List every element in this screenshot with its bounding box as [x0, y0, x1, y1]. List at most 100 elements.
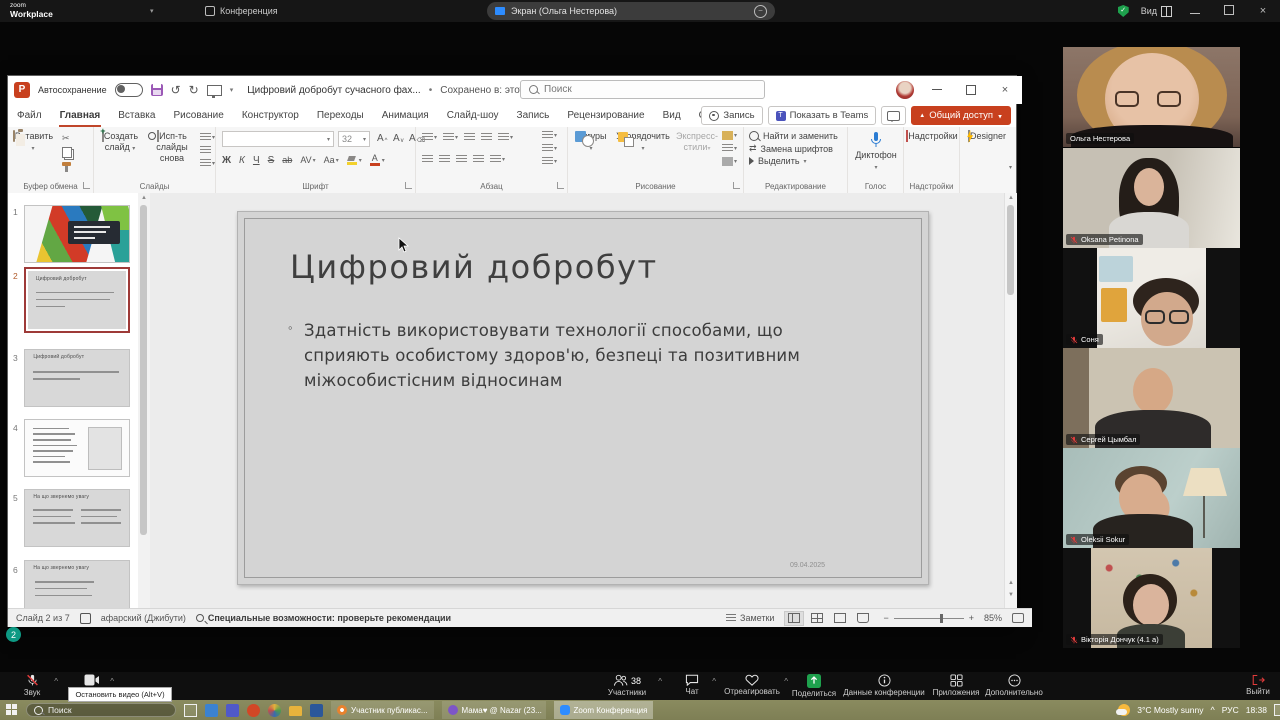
replace-fonts-button[interactable]: ⇄ Замена шрифтов: [749, 143, 838, 154]
more-button[interactable]: Дополнительно: [978, 674, 1050, 697]
accessibility-icon[interactable]: [80, 613, 91, 624]
weather-label[interactable]: 3°C Mostly sunny: [1137, 705, 1203, 715]
dictate-button[interactable]: Диктофон▾: [850, 131, 902, 174]
user-avatar[interactable]: [896, 81, 914, 99]
task-view-icon[interactable]: [184, 704, 197, 717]
zoom-control[interactable]: − +: [883, 613, 974, 623]
shape-effects-button[interactable]: ▾: [722, 157, 737, 166]
chat-chevron-icon[interactable]: ^: [712, 677, 716, 686]
font-color-button[interactable]: А▾: [370, 154, 385, 166]
shadow-button[interactable]: ab: [282, 155, 292, 165]
scroll-up-icon[interactable]: ▲: [138, 195, 150, 201]
notes-button[interactable]: Заметки: [726, 613, 774, 623]
zoom-out-icon[interactable]: −: [883, 613, 888, 623]
taskbar-app-icon[interactable]: [268, 704, 281, 717]
taskbar-app-icon[interactable]: [226, 704, 239, 717]
taskbar-window-3-active[interactable]: Zoom Конференция: [554, 701, 654, 719]
window-close-button[interactable]: ×: [1252, 5, 1274, 17]
language-indicator[interactable]: афарский (Джибути): [101, 613, 186, 623]
taskbar-window-1[interactable]: Участник публикас...: [331, 701, 434, 719]
decrease-indent-icon[interactable]: [464, 133, 475, 142]
start-presentation-icon[interactable]: [207, 85, 222, 96]
cut-icon[interactable]: ✂: [62, 133, 72, 143]
participant-tile-3[interactable]: Соня: [1063, 248, 1240, 348]
reset-slide-button[interactable]: [200, 146, 211, 155]
clipboard-dialog-launcher[interactable]: [83, 182, 90, 189]
tab-design[interactable]: Конструктор: [233, 104, 308, 127]
present-in-teams-button[interactable]: T Показать в Teams: [768, 106, 877, 125]
share-document-button[interactable]: ▲ Общий доступ ▲: [911, 106, 1011, 125]
accessibility-status[interactable]: Специальные возможности: проверьте реком…: [196, 613, 451, 623]
slide-thumbnail-5[interactable]: На що звернемо увагу: [24, 489, 130, 547]
increase-indent-icon[interactable]: [481, 133, 492, 142]
tab-view[interactable]: Вид: [654, 104, 690, 127]
participant-tile-2[interactable]: Oksana Petinona: [1063, 148, 1240, 248]
meeting-tab[interactable]: Конференция: [205, 3, 278, 19]
ppt-restore-button[interactable]: [954, 76, 988, 103]
line-spacing-button[interactable]: ▾: [498, 133, 513, 142]
change-case-button[interactable]: Aa▾: [324, 155, 339, 165]
tab-transitions[interactable]: Переходы: [308, 104, 373, 127]
columns-button[interactable]: ▾: [490, 155, 505, 164]
character-spacing-button[interactable]: AV▾: [300, 155, 315, 165]
font-name-combo[interactable]: ▾: [222, 131, 334, 147]
meeting-info-button[interactable]: Данные конференции: [838, 674, 930, 697]
zoom-slider[interactable]: [894, 618, 964, 619]
taskbar-folder-icon[interactable]: [289, 706, 302, 716]
video-chevron-icon[interactable]: ^: [110, 677, 114, 686]
align-text-button[interactable]: ▾: [542, 144, 557, 153]
paragraph-dialog-launcher[interactable]: [557, 182, 564, 189]
participant-tile-5[interactable]: Oleksii Sokur: [1063, 448, 1240, 548]
paste-button[interactable]: Вставить ▾: [12, 131, 54, 155]
taskbar-window-2[interactable]: Мама♥ @ Nazar (23...: [442, 701, 546, 719]
justify-icon[interactable]: [473, 155, 484, 164]
ppt-search-box[interactable]: Поиск: [520, 80, 765, 99]
quick-access-chevron-icon[interactable]: ▾: [230, 86, 234, 94]
shape-outline-button[interactable]: ▾: [722, 144, 737, 153]
decrease-font-icon[interactable]: Av: [390, 133, 407, 144]
strikethrough-button[interactable]: S: [268, 155, 275, 166]
leave-button[interactable]: Выйти: [1240, 674, 1276, 696]
minimize-share-icon[interactable]: −: [754, 5, 767, 18]
select-button[interactable]: Выделить ▾: [749, 156, 838, 166]
taskbar-search-box[interactable]: Поиск: [26, 703, 176, 717]
increase-font-icon[interactable]: A^: [374, 133, 391, 144]
thumbnail-scrollbar-thumb[interactable]: [140, 205, 147, 535]
brand-chevron-icon[interactable]: ▾: [150, 7, 154, 15]
redo-icon[interactable]: ↻: [189, 83, 199, 97]
slide-title[interactable]: Цифровий добробут: [290, 248, 658, 286]
scroll-up-icon[interactable]: ▲: [1005, 195, 1017, 201]
view-button[interactable]: Вид: [1141, 6, 1172, 17]
tray-expand-chevron-icon[interactable]: ^: [1210, 705, 1214, 715]
bullets-button[interactable]: ▾: [422, 133, 437, 142]
video-button[interactable]: ^: [72, 674, 112, 686]
tab-insert[interactable]: Вставка: [109, 104, 164, 127]
window-minimize-button[interactable]: [1184, 5, 1206, 17]
zoom-percentage[interactable]: 85%: [984, 613, 1002, 623]
align-right-icon[interactable]: [456, 155, 467, 164]
tab-slideshow[interactable]: Слайд-шоу: [438, 104, 508, 127]
autosave-toggle[interactable]: [115, 83, 143, 97]
normal-view-button[interactable]: [784, 611, 804, 626]
tab-file[interactable]: Файл: [8, 104, 51, 127]
share-screen-button[interactable]: Поделиться: [786, 674, 842, 698]
ppt-close-button[interactable]: ×: [988, 76, 1022, 103]
font-size-combo[interactable]: 32▾: [338, 131, 370, 147]
bold-button[interactable]: Ж: [222, 155, 231, 166]
shapes-button[interactable]: Фигуры▾: [570, 131, 612, 155]
slide-bullet-text[interactable]: Здатність використовувати технології спо…: [304, 318, 809, 393]
ppt-minimize-button[interactable]: [920, 76, 954, 103]
smartart-button[interactable]: ▾: [542, 157, 557, 166]
tab-animations[interactable]: Анимация: [373, 104, 438, 127]
slide-canvas[interactable]: Цифровий добробут ◦ Здатність використов…: [237, 211, 929, 585]
ribbon-collapse-chevron-icon[interactable]: ▾: [1009, 164, 1012, 171]
reuse-slides-button[interactable]: Исп-ть слайды снова: [145, 131, 199, 164]
zoom-in-icon[interactable]: +: [969, 613, 974, 623]
fit-to-window-icon[interactable]: [1012, 613, 1024, 623]
next-slide-icon[interactable]: ▼: [1005, 592, 1017, 598]
slide-thumbnail-2-selected[interactable]: Цифровий добробут: [24, 267, 130, 333]
audio-chevron-icon[interactable]: ^: [54, 677, 58, 686]
notification-center-icon[interactable]: [1274, 704, 1280, 716]
comments-button[interactable]: [881, 106, 906, 125]
align-center-icon[interactable]: [439, 155, 450, 164]
